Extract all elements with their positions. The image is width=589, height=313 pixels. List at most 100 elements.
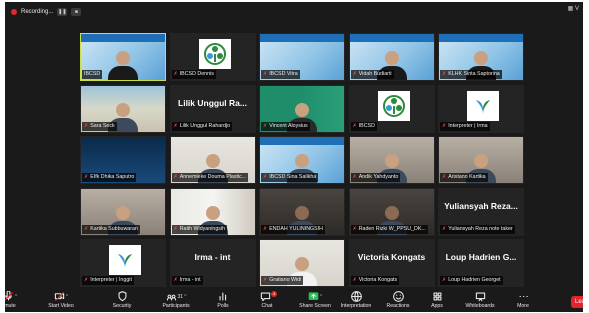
participant-name-label: ✗ IBCSD Sina Salikha [261,173,319,182]
muted-mic-icon: ✗ [263,71,268,77]
muted-mic-icon: ✗ [352,225,357,232]
share-button[interactable]: ^ Share Screen [294,291,336,309]
participant-name-text: Kartika Subbuwaran [90,225,138,232]
participant-tile[interactable]: ✗ Raden Rizki W_PPSU_DK... [348,187,435,236]
participant-tile[interactable]: ✗ Ratih Widyaningsih [169,187,256,236]
apps-label: Apps [431,303,443,309]
slide-banner [81,34,165,42]
video-camera-icon: ^ [40,291,82,302]
polls-label: Polls [217,303,229,309]
stop-recording-button[interactable]: ■ [71,8,82,16]
participant-tile[interactable]: Yuliansyah Reza... ✗ Yuliansyah Reza note … [438,187,524,236]
participant-head [295,102,309,117]
participant-tile[interactable]: ✗ Gratiano Widi [259,239,345,287]
caret-up-icon[interactable]: ^ [66,294,68,300]
participant-name-text: Victoria Kongats [358,277,398,283]
participant-name-text: Raden Rizki W_PPSU_DK... [358,225,426,232]
muted-mic-icon: ✗ [352,174,357,180]
participant-tile[interactable]: ✗ Sara Seck [80,84,166,133]
participant-tile[interactable]: ✗ Annemieke Douma Plastic... [169,136,256,184]
participant-tile[interactable]: Lilik Unggul Ra... ✗ Lilik Unggul Rahardjo [169,84,256,133]
participant-display-name: Lilik Unggul Ra... [178,97,247,108]
participant-tile[interactable]: ✗ IBCSD [348,84,435,133]
muted-mic-icon: ✗ [352,71,357,77]
muted-mic-icon: ✗ [84,277,89,283]
participant-body [108,66,138,80]
participant-tile[interactable]: ✗ EIfk Dhika Saputro [80,136,166,184]
whiteboards-button[interactable]: Whiteboards [459,291,501,309]
recording-label: Recording... [21,9,54,15]
participant-tile[interactable]: Victoria Kongats ✗ Victoria Kongats [348,239,435,287]
participants-button[interactable]: 31 ^ Participants [155,291,197,310]
participant-tile[interactable]: ✗ KLHK Sinta Saptorina [438,33,524,81]
smiley-icon [377,291,419,302]
top-bar: Recording... ❚❚ ■ ▦ V [5,2,583,22]
view-button[interactable]: ▦ V [568,5,579,12]
participant-tile[interactable]: Loup Hadrien G... ✗ Loup Hadrien Georget [438,239,524,287]
participant-name-label: ✗ Vincent Aloysius [261,121,310,131]
participant-display-name: Yuliansyah Reza... [444,200,518,211]
participant-tile[interactable]: ✗ Vidah Budiarti [348,33,435,81]
whiteboard-icon [459,291,501,302]
caret-up-icon[interactable]: ^ [15,294,17,300]
participant-head [116,205,130,220]
chat-button[interactable]: ^4Chat [246,291,288,309]
participant-name-label: ✗ Yuliansyah Reza note taker [440,224,515,234]
muted-mic-icon: ✗ [263,277,268,283]
participant-name-text: Vidah Budiarti [358,71,392,77]
muted-mic-icon: ✗ [352,122,357,129]
participant-tile[interactable]: ✗ Vincent Aloysius [259,84,345,133]
participant-name-text: Gratiano Widi [269,277,302,283]
participant-tile[interactable]: ✗ IBCSD Vitra [259,33,345,81]
microphone-icon: ^ [5,291,31,302]
participant-head [384,51,399,65]
participant-tile[interactable]: ✗ Andik Yahdyanto [348,136,435,184]
participant-name-label: ✗ Annemieke Douma Plastic... [171,173,249,182]
caret-up-icon[interactable]: ^ [320,294,322,300]
mute-button[interactable]: ^ mute [5,291,31,309]
muted-mic-icon: ✗ [352,277,357,283]
participant-name-text: IBCSD [84,71,101,77]
apps-button[interactable]: Apps [416,291,458,309]
participant-tile[interactable]: Irma - int ✗ Irma - int [169,239,256,287]
participant-tile[interactable]: ✗ Kartika Subbuwaran [80,187,166,236]
participant-name-label: ✗ Victoria Kongats [350,276,400,285]
participant-head [384,205,399,220]
participant-name-text: IBCSD Vitra [269,71,298,77]
participant-name-label: ✗ Irma - int [171,276,203,285]
polls-button[interactable]: Polls [202,291,244,309]
more-button[interactable]: More [502,291,544,309]
bar-chart-icon [202,291,244,302]
security-button[interactable]: Security [101,291,143,309]
interpretation-button[interactable]: Interpretation [335,291,377,309]
participant-tile[interactable]: ✗ IBCSD Dennis [169,33,256,81]
mute-label: mute [5,303,16,309]
chat-label: Chat [261,303,273,309]
participant-tile[interactable]: ✗ Interpreter | Inggit [80,239,166,287]
participant-tile[interactable]: ✗ Interpreter | Irma [438,84,524,133]
reactions-button[interactable]: Reactions [377,291,419,309]
participant-count: 31 [177,293,184,300]
participant-name-text: Annemieke Douma Plastic... [179,174,247,180]
participant-tile[interactable]: ✗ Aristano Kartika [438,136,524,184]
participant-tile[interactable]: ✗ IBCSD Sina Salikha [259,136,345,184]
participant-name-text: Aristano Kartika [448,174,486,180]
chat-bubble-icon: ^ [246,291,288,302]
muted-mic-icon: ✗ [173,225,178,232]
pause-recording-button[interactable]: ❚❚ [57,8,68,16]
participant-name-text: Yuliansyah Reza note taker [448,225,513,232]
participant-name-text: Interpreter | Irma [448,122,488,129]
video-button[interactable]: ^ Start Video [40,291,82,309]
participant-name-label: ✗ Sara Seck [82,121,117,131]
caret-up-icon[interactable]: ^ [184,294,186,300]
participant-name-label: ✗ Vidah Budiarti [350,70,394,79]
muted-mic-icon: ✗ [263,122,268,129]
participant-tile[interactable]: ✗ ENDAH YULININGSIH [259,187,345,236]
video-label: Start Video [48,303,74,309]
participant-name-label: ✗ Aristano Kartika [440,173,488,182]
participant-name-text: Sara Seck [90,122,115,129]
participant-tile[interactable]: IBCSD [80,33,166,81]
whiteboards-label: Whiteboards [465,303,495,309]
leave-button[interactable]: Leav [571,296,583,308]
participant-name-label: ✗ Ratih Widyaningsih [171,224,228,234]
